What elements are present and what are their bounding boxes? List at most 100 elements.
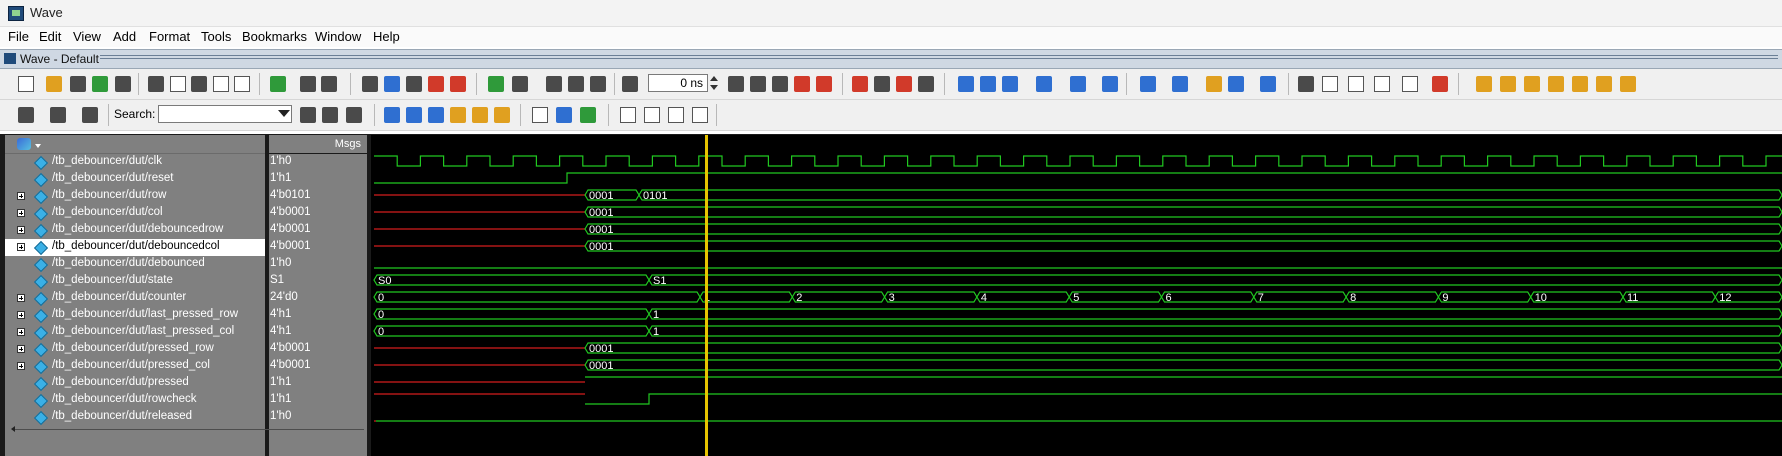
bookmark-next-icon[interactable] [1228,76,1244,92]
bookmark-icon[interactable] [1206,76,1222,92]
step-into-icon[interactable] [1036,76,1052,92]
run-all-icon[interactable] [772,76,788,92]
pane-title-bar[interactable]: Wave - Default [0,49,1782,69]
bookmark-prev-icon[interactable] [1260,76,1276,92]
signal-row[interactable]: /tb_debouncer/dut/last_pressed_row [5,307,265,324]
signal-row[interactable]: /tb_debouncer/dut/col [5,205,265,222]
expand-icon[interactable] [17,345,25,353]
menu-file[interactable]: File [6,29,31,44]
hand-icon[interactable] [918,76,934,92]
restart-icon[interactable] [816,76,832,92]
search-prev-icon[interactable] [300,107,316,123]
cursor-delete-icon[interactable] [1500,76,1516,92]
find-icon[interactable] [300,76,316,92]
expand-icon[interactable] [17,362,25,370]
search-dropdown-icon[interactable] [278,110,290,117]
step-over-icon[interactable] [980,76,996,92]
break-icon[interactable] [428,76,444,92]
step-out-all-icon[interactable] [1102,76,1118,92]
chevron-down-icon[interactable] [35,144,41,148]
signal-row[interactable]: /tb_debouncer/dut/row [5,188,265,205]
pan-mode-icon[interactable] [1348,76,1364,92]
signal-row[interactable]: /tb_debouncer/dut/pressed [5,375,265,392]
menu-window[interactable]: Window [313,29,363,44]
wave-insert-icon[interactable] [512,76,528,92]
rising-edge-icon[interactable] [668,107,684,123]
search-options-icon[interactable] [346,107,362,123]
cursor-lock-icon[interactable] [1596,76,1612,92]
wave-format-icon[interactable] [532,107,548,123]
falling-edge-icon[interactable] [692,107,708,123]
zoom-full-icon[interactable] [428,107,444,123]
menu-tools[interactable]: Tools [199,29,233,44]
expand-icon[interactable] [17,328,25,336]
dataflow-icon[interactable] [874,76,890,92]
cursor-snap-icon[interactable] [1620,76,1636,92]
cursor-find-icon[interactable] [1572,76,1588,92]
cursor-prev-icon[interactable] [1524,76,1540,92]
signal-row[interactable]: /tb_debouncer/dut/last_pressed_col [5,324,265,341]
names-scrollbar[interactable] [11,426,364,433]
signal-row[interactable]: /tb_debouncer/dut/rowcheck [5,392,265,409]
reload-icon[interactable] [92,76,108,92]
run-length-icon[interactable] [622,76,638,92]
cursor-mode-icon[interactable] [1402,76,1418,92]
bookmark-add-icon[interactable] [1140,76,1156,92]
zoom-range-icon[interactable] [472,107,488,123]
copy-icon[interactable] [170,76,186,92]
insert-break-icon[interactable] [50,107,66,123]
signal-row[interactable]: /tb_debouncer/dut/debouncedrow [5,222,265,239]
run-time-spinner[interactable] [709,74,719,92]
break-sim-icon[interactable] [794,76,810,92]
step-out-icon[interactable] [1002,76,1018,92]
clear-icon[interactable] [852,76,868,92]
signal-row[interactable]: /tb_debouncer/dut/debouncedcol [5,239,265,256]
cut-icon[interactable] [148,76,164,92]
paste-icon[interactable] [191,76,207,92]
stop-icon[interactable] [450,76,466,92]
zoom-mode-icon[interactable] [1322,76,1338,92]
time-cursor[interactable] [705,135,708,456]
simulate-icon[interactable] [406,76,422,92]
analog-icon[interactable] [620,107,636,123]
expand-icon[interactable] [17,209,25,217]
insert-group-icon[interactable] [82,107,98,123]
menu-format[interactable]: Format [147,29,192,44]
cursor-add-icon[interactable] [1476,76,1492,92]
arrow-right-icon[interactable] [590,76,606,92]
bookmark-remove-icon[interactable] [1172,76,1188,92]
menu-help[interactable]: Help [371,29,402,44]
expand-icon[interactable] [17,226,25,234]
undo-icon[interactable] [213,76,229,92]
search-input[interactable] [158,105,292,123]
cursor-next-icon[interactable] [1548,76,1564,92]
new-file-icon[interactable] [18,76,34,92]
menu-view[interactable]: View [71,29,103,44]
expand-icon[interactable] [17,243,25,251]
signal-row[interactable]: /tb_debouncer/dut/pressed_col [5,358,265,375]
edit-mode-icon[interactable] [1374,76,1390,92]
print-icon[interactable] [115,76,131,92]
step-over-all-icon[interactable] [1070,76,1086,92]
compile-icon[interactable] [362,76,378,92]
zoom-region-icon[interactable] [494,107,510,123]
signal-row[interactable]: /tb_debouncer/dut/reset [5,171,265,188]
menu-bookmarks[interactable]: Bookmarks [240,29,309,44]
search-next-icon[interactable] [322,107,338,123]
wave-fill-icon[interactable] [580,107,596,123]
signal-row[interactable]: /tb_debouncer/dut/released [5,409,265,426]
zoom-in-icon[interactable] [384,107,400,123]
zoom-cursor-icon[interactable] [450,107,466,123]
menu-add[interactable]: Add [111,29,138,44]
step-icon[interactable] [958,76,974,92]
waveform-canvas[interactable]: 00010101000100010001S0S10123456789101112… [371,135,1782,456]
signal-row[interactable]: /tb_debouncer/dut/clk [5,154,265,171]
compile-all-icon[interactable] [384,76,400,92]
add-icon[interactable] [270,76,286,92]
pane-drag-grip[interactable] [100,55,1778,61]
edge-icon[interactable] [644,107,660,123]
run-icon[interactable] [728,76,744,92]
signal-row[interactable]: /tb_debouncer/dut/pressed_row [5,341,265,358]
signal-row[interactable]: /tb_debouncer/dut/state [5,273,265,290]
open-folder-icon[interactable] [46,76,62,92]
